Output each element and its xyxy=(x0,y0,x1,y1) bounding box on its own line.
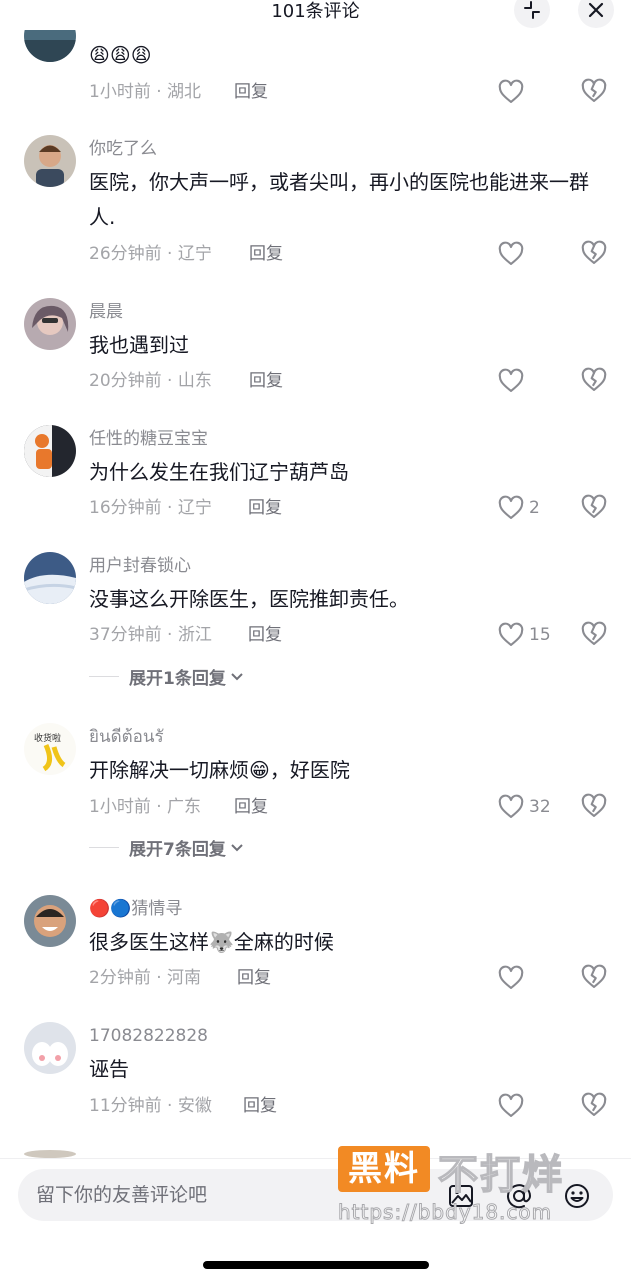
avatar[interactable] xyxy=(24,298,76,350)
avatar[interactable] xyxy=(24,1150,76,1158)
like-button[interactable] xyxy=(497,963,559,993)
dislike-button[interactable] xyxy=(580,493,610,523)
avatar[interactable] xyxy=(24,552,76,604)
home-indicator[interactable] xyxy=(203,1261,429,1269)
comment-text: 没事这么开除医生，医院推卸责任。 xyxy=(89,587,409,611)
username[interactable]: 用户封春锁心 xyxy=(89,555,191,577)
broken-heart-icon xyxy=(581,494,607,518)
broken-heart-icon xyxy=(581,240,607,264)
broken-heart-icon xyxy=(581,367,607,391)
reply-button[interactable]: 回复 xyxy=(234,795,268,819)
comment-meta: 11分钟前 · 安徽 xyxy=(89,1096,212,1116)
reply-button[interactable]: 回复 xyxy=(248,623,282,647)
avatar[interactable] xyxy=(24,425,76,477)
comment-meta: 37分钟前 · 浙江 xyxy=(89,625,212,645)
avatar[interactable] xyxy=(24,895,76,947)
svg-text:收货啦: 收货啦 xyxy=(34,732,61,744)
dislike-button[interactable] xyxy=(580,1091,610,1121)
heart-icon xyxy=(498,1093,524,1117)
comment-text: 😩😩😩 xyxy=(89,43,152,67)
collapse-icon xyxy=(524,1,540,19)
avatar[interactable] xyxy=(24,1022,76,1074)
comment-text: 医院，你大声一呼，或者尖叫，再小的医院也能进来一群人. xyxy=(89,170,589,229)
close-icon xyxy=(588,2,604,18)
heart-icon xyxy=(498,368,524,392)
broken-heart-icon xyxy=(581,793,607,817)
dislike-button[interactable] xyxy=(580,77,610,107)
divider xyxy=(89,846,119,848)
comment-text: 很多医生这样🐺全麻的时候 xyxy=(89,930,334,954)
comment-list[interactable]: 😩😩😩 1小时前 · 湖北 回复 你吃了么 医院，你大声一呼，或者尖叫，再小的医… xyxy=(0,0,631,1158)
broken-heart-icon xyxy=(581,1092,607,1116)
heart-icon xyxy=(498,495,524,519)
like-count: 32 xyxy=(529,797,551,817)
broken-heart-icon xyxy=(581,621,607,645)
heart-icon xyxy=(498,622,524,646)
dislike-button[interactable] xyxy=(580,792,610,822)
dislike-button[interactable] xyxy=(580,963,610,993)
reply-button[interactable]: 回复 xyxy=(248,496,282,520)
avatar[interactable]: 收货啦 xyxy=(24,723,76,775)
broken-heart-icon xyxy=(581,78,607,102)
username[interactable]: 🔴🔵猜情寻 xyxy=(89,898,182,920)
reply-button[interactable]: 回复 xyxy=(249,369,283,393)
like-button[interactable] xyxy=(497,77,559,107)
username[interactable]: 晨晨 xyxy=(89,301,123,323)
username[interactable]: 你吃了么 xyxy=(89,138,157,160)
comment-meta: 2分钟前 · 河南 xyxy=(89,968,202,988)
dislike-button[interactable] xyxy=(580,239,610,269)
comment-text: 我也遇到过 xyxy=(89,333,189,357)
expand-replies-label: 展开1条回复 xyxy=(129,668,226,689)
avatar[interactable] xyxy=(24,135,76,187)
reply-button[interactable]: 回复 xyxy=(237,966,271,990)
like-button[interactable] xyxy=(497,1091,559,1121)
like-button[interactable]: 32 xyxy=(497,792,559,822)
username[interactable]: 任性的糖豆宝宝 xyxy=(89,428,208,450)
divider xyxy=(89,675,119,677)
like-count: 15 xyxy=(529,625,551,645)
comment-text: 为什么发生在我们辽宁葫芦岛 xyxy=(89,460,349,484)
like-button[interactable] xyxy=(497,239,559,269)
heart-icon xyxy=(498,79,524,103)
heart-icon xyxy=(498,965,524,989)
emoji-icon[interactable] xyxy=(562,1181,592,1211)
expand-replies-button[interactable]: 展开7条回复 xyxy=(89,835,245,860)
comment-meta: 26分钟前 · 辽宁 xyxy=(89,244,212,264)
image-icon[interactable] xyxy=(446,1181,476,1211)
reply-button[interactable]: 回复 xyxy=(243,1094,277,1118)
like-button[interactable]: 15 xyxy=(497,620,559,650)
comment-text: 诬告 xyxy=(89,1057,129,1081)
expand-replies-label: 展开7条回复 xyxy=(129,839,226,860)
like-count: 2 xyxy=(529,498,540,518)
dislike-button[interactable] xyxy=(580,620,610,650)
chevron-down-icon xyxy=(231,844,243,852)
comment-input-bar: 留下你的友善评论吧 xyxy=(0,1158,631,1280)
username[interactable]: ยินดีต้อนรั xyxy=(89,726,164,748)
like-button[interactable] xyxy=(497,366,559,396)
broken-heart-icon xyxy=(581,964,607,988)
comment-meta: 20分钟前 · 山东 xyxy=(89,371,212,391)
at-icon[interactable] xyxy=(504,1181,534,1211)
heart-icon xyxy=(498,241,524,265)
expand-replies-button[interactable]: 展开1条回复 xyxy=(89,664,245,689)
reply-button[interactable]: 回复 xyxy=(234,80,268,104)
like-button[interactable]: 2 xyxy=(497,493,559,523)
comment-text: 开除解决一切麻烦😁，好医院 xyxy=(89,758,350,782)
dislike-button[interactable] xyxy=(580,366,610,396)
comment-meta: 16分钟前 · 辽宁 xyxy=(89,498,212,518)
chevron-down-icon xyxy=(231,673,243,681)
reply-button[interactable]: 回复 xyxy=(249,242,283,266)
username[interactable]: 17082822828 xyxy=(89,1025,208,1047)
comment-input-placeholder: 留下你的友善评论吧 xyxy=(36,1184,208,1206)
comments-header: 101条评论 xyxy=(0,0,631,30)
comment-meta: 1小时前 · 湖北 xyxy=(89,82,202,102)
comment-meta: 1小时前 · 广东 xyxy=(89,797,202,817)
comment-input[interactable]: 留下你的友善评论吧 xyxy=(18,1169,613,1221)
heart-icon xyxy=(498,794,524,818)
